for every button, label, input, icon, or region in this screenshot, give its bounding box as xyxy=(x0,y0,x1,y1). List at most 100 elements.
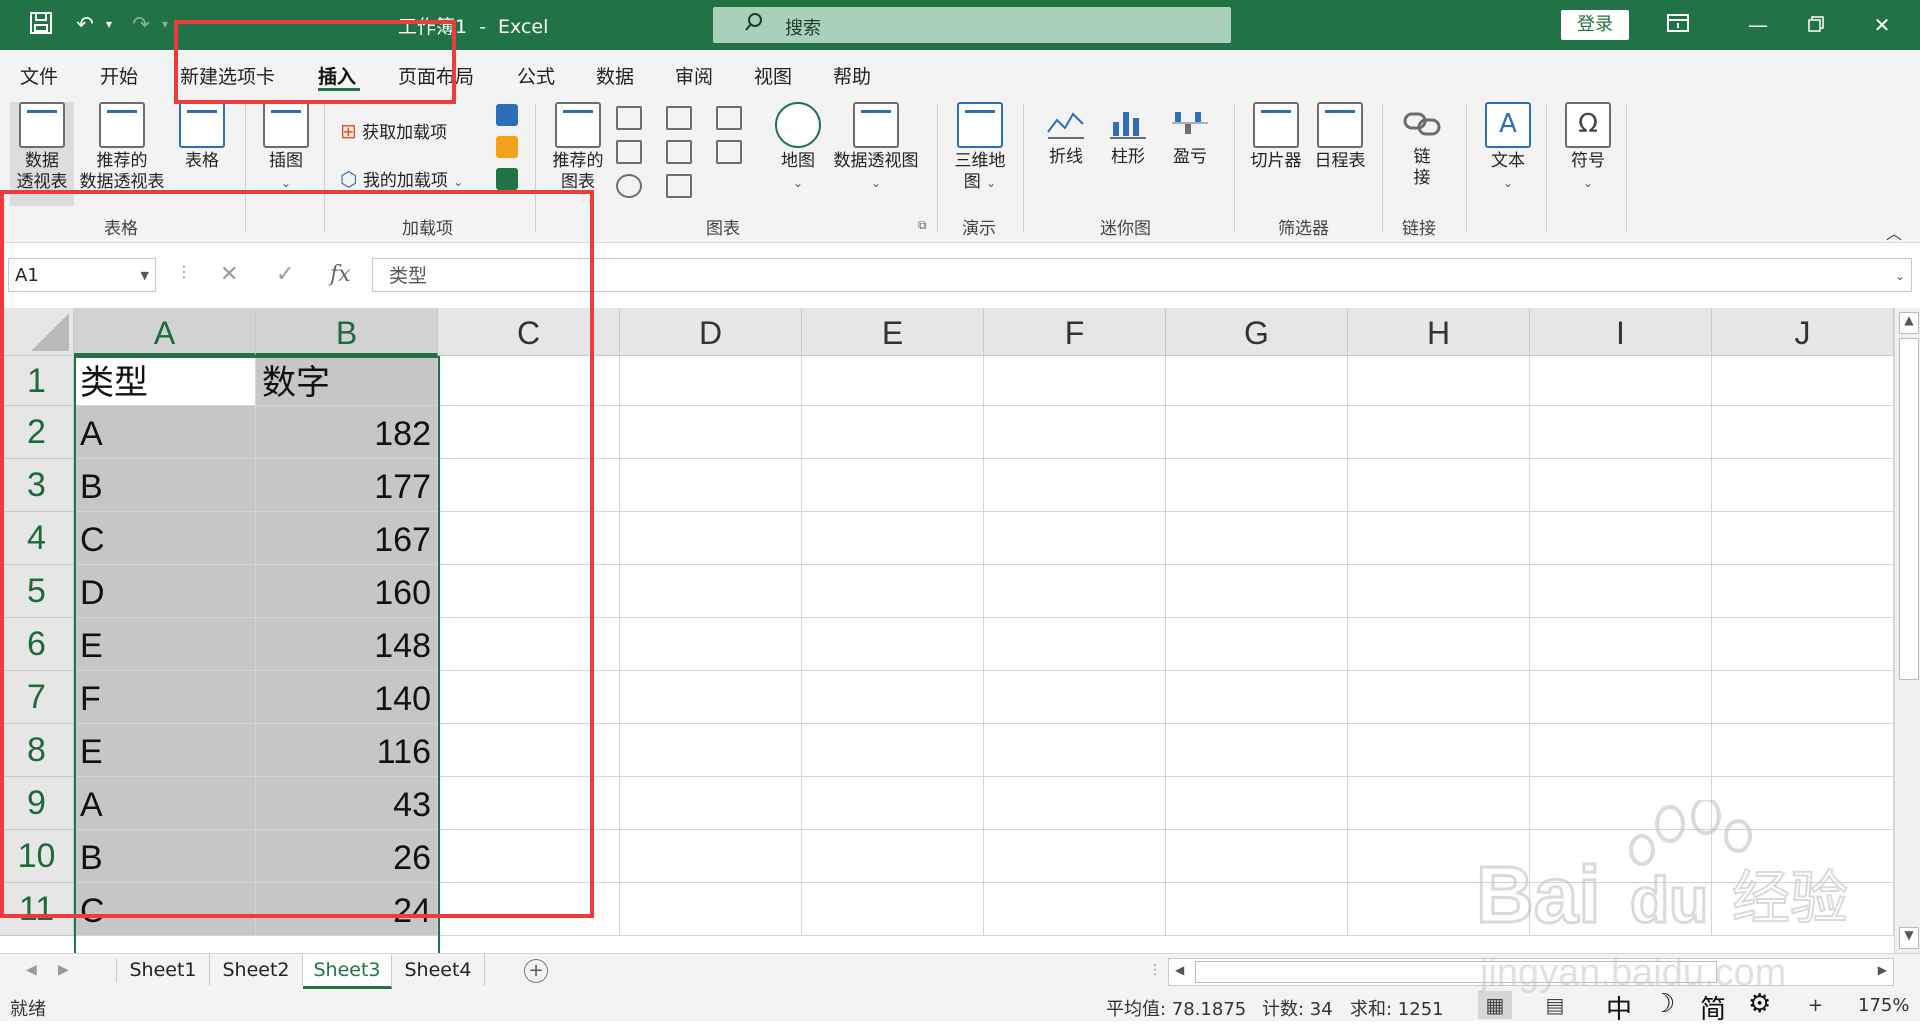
table-cell[interactable] xyxy=(1530,883,1712,936)
ribbon-display-options-icon[interactable] xyxy=(1658,10,1698,40)
tab-home[interactable]: 开始 xyxy=(100,62,138,89)
zoom-out-icon[interactable]: + xyxy=(1808,995,1823,1016)
table-cell[interactable] xyxy=(1348,777,1530,830)
table-cell[interactable] xyxy=(438,406,620,459)
table-cell[interactable]: 148 xyxy=(256,618,438,671)
people-graph-icon[interactable] xyxy=(496,168,518,190)
table-cell[interactable] xyxy=(1166,356,1348,406)
table-cell[interactable] xyxy=(984,618,1166,671)
table-cell[interactable] xyxy=(984,724,1166,777)
hierarchy-chart-icon[interactable] xyxy=(666,106,692,130)
vertical-scrollbar[interactable]: ▲ ▼ xyxy=(1894,308,1920,953)
search-box[interactable]: 搜索 xyxy=(713,7,1231,43)
table-cell[interactable]: 182 xyxy=(256,406,438,459)
row-header[interactable]: 3 xyxy=(0,459,74,512)
table-cell[interactable] xyxy=(802,777,984,830)
table-cell[interactable]: B xyxy=(74,459,256,512)
table-cell[interactable]: 167 xyxy=(256,512,438,565)
row-header[interactable]: 5 xyxy=(0,565,74,618)
tab-data[interactable]: 数据 xyxy=(596,62,634,89)
row-header[interactable]: 9 xyxy=(0,777,74,830)
table-cell[interactable] xyxy=(1166,512,1348,565)
table-cell[interactable] xyxy=(1348,512,1530,565)
table-cell[interactable]: E xyxy=(74,618,256,671)
table-cell[interactable]: 数字 xyxy=(256,356,438,406)
text-button[interactable]: A 文本 ⌄ xyxy=(1480,102,1536,194)
table-cell[interactable] xyxy=(438,724,620,777)
table-cell[interactable] xyxy=(1348,459,1530,512)
statistic-chart-icon[interactable] xyxy=(666,140,692,164)
table-cell[interactable] xyxy=(620,356,802,406)
waterfall-chart-icon[interactable] xyxy=(716,106,742,130)
scroll-right-icon[interactable]: ▶ xyxy=(1878,963,1887,977)
sparkline-column-button[interactable]: 柱形 xyxy=(1102,102,1154,168)
next-sheet-icon[interactable]: ▶ xyxy=(58,962,69,978)
row-header[interactable]: 8 xyxy=(0,724,74,777)
table-cell[interactable] xyxy=(620,406,802,459)
table-cell[interactable] xyxy=(802,618,984,671)
login-button[interactable]: 登录 xyxy=(1561,10,1629,40)
row-header[interactable]: 7 xyxy=(0,671,74,724)
column-header[interactable]: J xyxy=(1712,308,1894,356)
table-cell[interactable] xyxy=(1712,724,1894,777)
table-cell[interactable] xyxy=(1712,830,1894,883)
table-cell[interactable]: 类型 xyxy=(74,356,256,406)
table-cell[interactable] xyxy=(1530,565,1712,618)
row-header[interactable]: 1 xyxy=(0,356,74,406)
cancel-icon[interactable]: ✕ xyxy=(220,262,238,287)
column-header[interactable]: B xyxy=(256,308,438,356)
table-cell[interactable] xyxy=(1348,724,1530,777)
table-cell[interactable]: 26 xyxy=(256,830,438,883)
table-cell[interactable] xyxy=(620,830,802,883)
table-cell[interactable] xyxy=(438,512,620,565)
scroll-up-icon[interactable]: ▲ xyxy=(1899,312,1919,334)
visio-icon[interactable] xyxy=(496,104,518,126)
table-cell[interactable] xyxy=(1712,883,1894,936)
table-cell[interactable] xyxy=(620,777,802,830)
column-header[interactable]: F xyxy=(984,308,1166,356)
tab-page-layout[interactable]: 页面布局 xyxy=(398,62,474,89)
table-cell[interactable]: 140 xyxy=(256,671,438,724)
table-cell[interactable] xyxy=(438,830,620,883)
table-cell[interactable]: C xyxy=(74,512,256,565)
table-cell[interactable] xyxy=(802,459,984,512)
table-cell[interactable] xyxy=(620,565,802,618)
table-cell[interactable] xyxy=(802,406,984,459)
table-cell[interactable] xyxy=(984,406,1166,459)
table-cell[interactable] xyxy=(1712,671,1894,724)
column-header[interactable]: D xyxy=(620,308,802,356)
enter-icon[interactable]: ✓ xyxy=(276,262,294,287)
table-cell[interactable] xyxy=(1712,565,1894,618)
row-header[interactable]: 10 xyxy=(0,830,74,883)
scatter-chart-icon[interactable] xyxy=(666,174,692,198)
collapse-ribbon-icon[interactable]: ︿ xyxy=(1886,220,1902,244)
table-cell[interactable]: A xyxy=(74,406,256,459)
table-cell[interactable] xyxy=(1348,830,1530,883)
sparkline-line-button[interactable]: 折线 xyxy=(1040,102,1092,168)
table-cell[interactable] xyxy=(620,671,802,724)
tab-file[interactable]: 文件 xyxy=(20,62,58,89)
pivot-table-button[interactable]: 数据 透视表 xyxy=(10,102,74,206)
normal-view-icon[interactable]: ▦ xyxy=(1478,991,1512,1019)
table-cell[interactable] xyxy=(1530,356,1712,406)
combo-chart-icon[interactable] xyxy=(716,140,742,164)
ime-settings-icon[interactable]: ⚙ xyxy=(1748,989,1771,1019)
table-cell[interactable] xyxy=(802,883,984,936)
worksheet-grid[interactable]: ABCDEFGHIJ 1 2 3 4 5 6 7 8 9 10 11 类型 数字 A 182 B 177 C 16… xyxy=(0,308,1894,953)
table-cell[interactable] xyxy=(1348,671,1530,724)
expand-formula-icon[interactable]: ⌄ xyxy=(1895,259,1905,293)
table-cell[interactable] xyxy=(1166,724,1348,777)
save-icon[interactable] xyxy=(28,11,54,37)
tab-review[interactable]: 审阅 xyxy=(675,62,713,89)
zoom-level[interactable]: 175% xyxy=(1858,995,1909,1016)
table-cell[interactable] xyxy=(620,459,802,512)
table-cell[interactable] xyxy=(620,724,802,777)
table-cell[interactable] xyxy=(438,883,620,936)
tab-new-tab[interactable]: 新建选项卡 xyxy=(180,62,275,89)
column-header[interactable]: E xyxy=(802,308,984,356)
table-button[interactable]: 表格 xyxy=(174,102,230,172)
moon-icon[interactable]: ☽ xyxy=(1652,989,1675,1019)
slicer-button[interactable]: 切片器 xyxy=(1246,102,1306,172)
table-cell[interactable]: 24 xyxy=(256,883,438,936)
recommended-charts-button[interactable]: 推荐的 图表 xyxy=(546,102,610,193)
